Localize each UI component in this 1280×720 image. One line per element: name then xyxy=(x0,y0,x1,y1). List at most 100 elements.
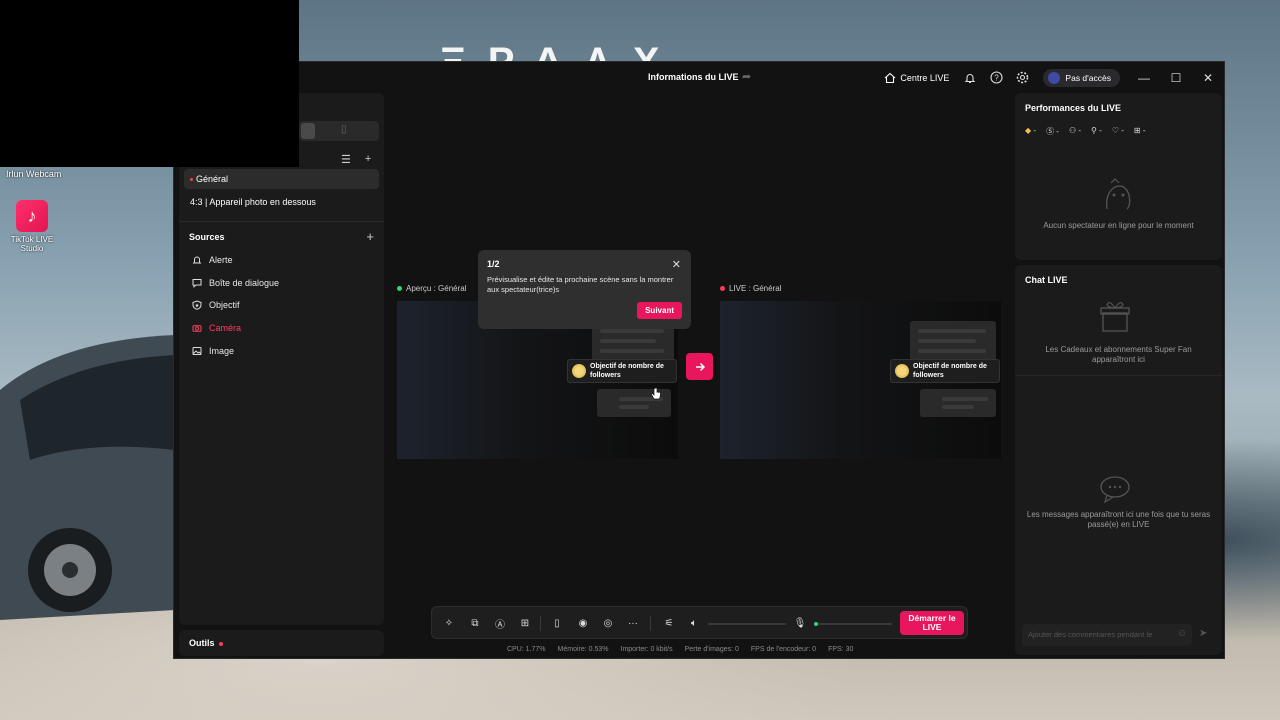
placeholder-line xyxy=(600,349,664,353)
access-status-button[interactable]: Pas d'accès xyxy=(1043,68,1120,87)
encoder-stats: CPU: 1.77% Mémoire: 0.53% Importer: 0 kb… xyxy=(507,646,853,653)
tools-notification-dot xyxy=(218,641,223,646)
scenes-sources-panel: ▯ ☰ + Général 4:3 | Appareil photo en de… xyxy=(179,93,384,625)
emoji-icon[interactable]: ☺ xyxy=(1177,628,1187,639)
comment-input[interactable]: Ajouter des commentaires pendant le xyxy=(1022,624,1192,646)
close-window-button[interactable]: ✕ xyxy=(1192,62,1224,93)
dollar-coin-icon: Ⓢ xyxy=(1046,127,1055,136)
sources-header: Sources xyxy=(189,232,225,242)
live-canvas: Objectif de nombre de followers xyxy=(720,301,1001,459)
speaker-volume-slider[interactable] xyxy=(708,623,786,625)
screen-share-icon[interactable]: ⧉ xyxy=(468,616,482,630)
mobile-icon[interactable]: ▯ xyxy=(550,616,564,630)
add-source-icon[interactable]: + xyxy=(366,229,374,244)
microphone-icon[interactable]: 🎙︎ xyxy=(793,616,807,630)
performance-title: Performances du LIVE xyxy=(1025,103,1122,113)
notification-bell-icon[interactable] xyxy=(957,62,983,93)
record-icon[interactable]: ◉ xyxy=(576,616,590,630)
scene-item-general[interactable]: Général xyxy=(184,169,379,189)
settings-gear-icon[interactable] xyxy=(1009,62,1035,93)
tiktok-live-studio-desktop-icon[interactable]: ♪ TikTok LIVE Studio xyxy=(8,200,56,253)
alert-widget-placeholder xyxy=(920,389,996,417)
camera-icon xyxy=(191,322,202,333)
follower-goal-widget: Objectif de nombre de followers xyxy=(890,359,1000,383)
access-label: Pas d'accès xyxy=(1065,72,1111,83)
scene-item-label: 4:3 | Appareil photo en dessous xyxy=(190,197,316,207)
more-options-icon[interactable]: ··· xyxy=(626,616,640,630)
new-followers-metric: ⚲ - xyxy=(1091,126,1102,135)
svg-text:?: ? xyxy=(994,73,999,82)
shield-icon xyxy=(191,299,202,310)
divider xyxy=(179,221,384,222)
tooltip-close-icon[interactable]: ✕ xyxy=(672,258,681,271)
no-viewers-message: Aucun spectateur en ligne pour le moment xyxy=(1043,221,1194,230)
tooltip-next-button[interactable]: Suivant xyxy=(637,302,682,319)
live-center-button[interactable]: Centre LIVE xyxy=(876,62,957,93)
placeholder-line xyxy=(918,329,986,333)
maximize-button[interactable]: ☐ xyxy=(1160,62,1192,93)
push-scene-to-live-button[interactable] xyxy=(686,353,713,380)
scene-list-icon[interactable]: ☰ xyxy=(341,153,351,166)
placeholder-line xyxy=(942,397,988,401)
active-scene-dot xyxy=(190,177,193,181)
dropped-frames-stat: Perte d'images: 0 xyxy=(684,646,739,653)
portrait-option-icon[interactable]: ▯ xyxy=(341,124,347,135)
bell-icon xyxy=(191,254,202,265)
gifts-metric: ⊞ - xyxy=(1133,126,1146,135)
divider xyxy=(1015,375,1222,376)
placeholder-line xyxy=(942,405,974,409)
add-layout-icon[interactable]: ⊞ xyxy=(518,616,532,630)
onboarding-tooltip: 1/2 ✕ Prévisualise et édite ta prochaine… xyxy=(478,250,691,329)
memory-stat: Mémoire: 0.53% xyxy=(557,646,609,653)
ai-effects-icon[interactable]: Ⓐ xyxy=(493,616,507,631)
scene-item-4-3[interactable]: 4:3 | Appareil photo en dessous xyxy=(184,192,379,212)
follower-goal-widget[interactable]: Objectif de nombre de followers xyxy=(567,359,677,383)
window-title: Informations du LIVE xyxy=(648,72,739,82)
hand-cursor-icon xyxy=(651,387,661,400)
live-scene-label: LIVE : Général xyxy=(720,284,781,293)
medal-icon xyxy=(895,364,909,378)
tooltip-message: Prévisualise et édite ta prochaine scène… xyxy=(487,275,674,294)
share-icon[interactable]: ➦ xyxy=(742,70,756,84)
magic-wand-icon[interactable]: ✧ xyxy=(442,616,456,630)
webcam-overlay-window xyxy=(0,0,299,167)
add-scene-icon[interactable]: + xyxy=(365,153,371,166)
goal-text-line1: Objectif de nombre de xyxy=(913,363,987,370)
source-item-alerte[interactable]: Alerte xyxy=(191,254,233,265)
go-live-label-line2: LIVE xyxy=(922,622,942,632)
cpu-stat: CPU: 1.77% xyxy=(507,646,546,653)
preview-scene-label: Aperçu : Général xyxy=(397,284,466,293)
source-item-objectif[interactable]: Objectif xyxy=(191,299,240,310)
tools-panel[interactable]: Outils xyxy=(179,630,384,656)
speaker-icon[interactable]: 🔈︎ xyxy=(687,616,701,630)
heart-icon: ♡ xyxy=(1111,126,1119,135)
orientation-toggle[interactable]: ▯ xyxy=(299,121,379,141)
goal-text-line2: followers xyxy=(913,372,944,379)
viewers-metric: ⚇ - xyxy=(1068,126,1082,135)
source-item-image[interactable]: Image xyxy=(191,345,234,356)
car-image xyxy=(0,335,175,620)
desktop-icon-label: TikTok LIVE Studio xyxy=(10,235,54,253)
audio-mixer-icon[interactable]: ⚟ xyxy=(662,616,676,630)
diamond-metric: ◆ - xyxy=(1025,126,1037,135)
source-item-label: Boîte de dialogue xyxy=(209,277,280,288)
tiktok-live-studio-window: Informations du LIVE ➦ Centre LIVE ? Pas… xyxy=(173,61,1225,659)
microphone-volume-slider[interactable] xyxy=(814,623,892,625)
live-chat-panel: Chat LIVE Les Cadeaux et abonnements Sup… xyxy=(1015,265,1222,655)
landscape-option[interactable] xyxy=(301,123,315,139)
preview-status-dot xyxy=(397,286,402,291)
no-viewers-illustration-icon xyxy=(1106,178,1131,210)
replay-icon[interactable]: ◎ xyxy=(601,616,615,630)
go-live-button[interactable]: Démarrer le LIVE xyxy=(900,611,964,635)
send-icon[interactable]: ➤ xyxy=(1199,628,1207,639)
chat-icon xyxy=(191,277,202,288)
coin-metric: Ⓢ - xyxy=(1046,127,1059,136)
minimize-button[interactable]: — xyxy=(1128,62,1160,93)
source-item-boite-de-dialogue[interactable]: Boîte de dialogue xyxy=(191,277,279,288)
source-item-camera[interactable]: Caméra xyxy=(191,322,241,333)
chat-bubble-illustration-icon xyxy=(1100,476,1130,504)
live-center-label: Centre LIVE xyxy=(900,72,950,83)
source-item-label: Alerte xyxy=(209,254,233,265)
help-icon[interactable]: ? xyxy=(983,62,1009,93)
placeholder-line xyxy=(600,339,656,343)
